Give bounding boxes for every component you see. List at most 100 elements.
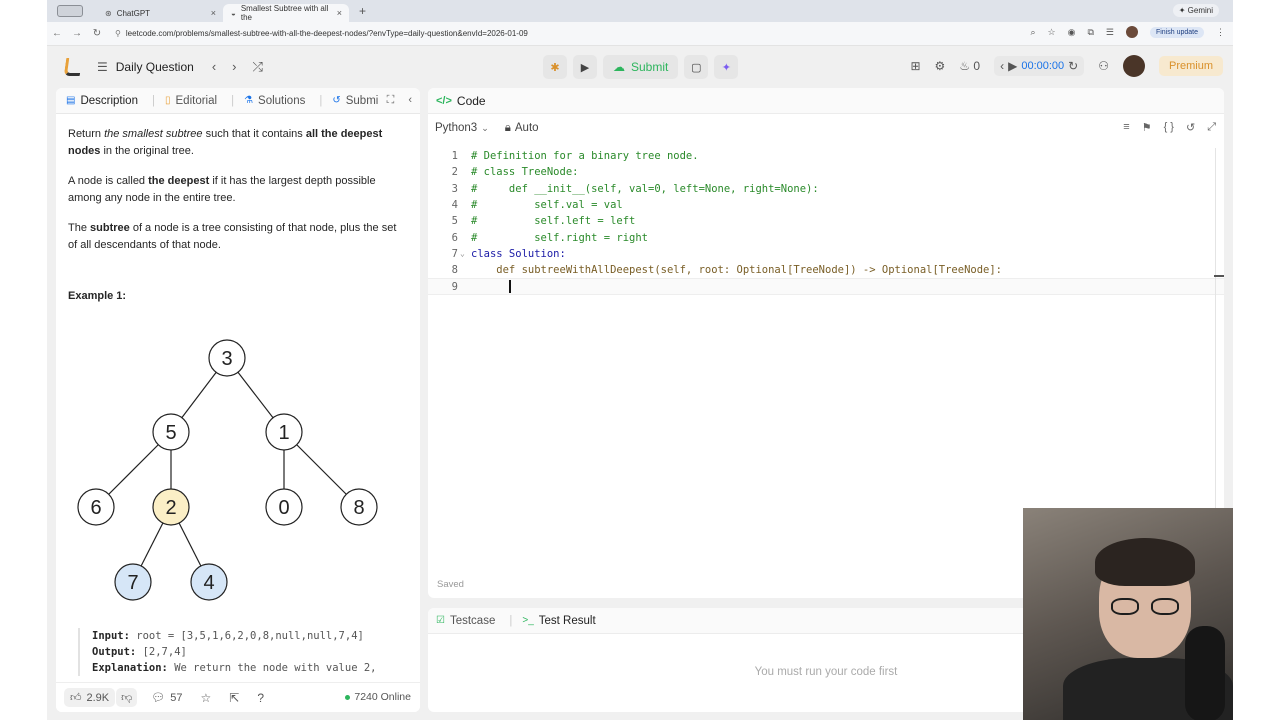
prev-problem-icon[interactable]: ‹ (212, 59, 216, 75)
line-number: 4 (451, 199, 458, 212)
tab-solutions[interactable]: ⚗ Solutions (244, 95, 305, 107)
timer-play-icon[interactable]: ▶ (1008, 59, 1017, 73)
line-number: 9 (451, 280, 458, 293)
webcam-overlay (1023, 508, 1233, 720)
timer[interactable]: ‹ ▶ 00:00:00 ↻ (994, 56, 1085, 76)
close-icon[interactable]: × (211, 8, 216, 18)
maximize-icon[interactable]: ⛶ (387, 94, 395, 107)
language-select[interactable]: Python3 ⌄ (435, 122, 489, 134)
tab-description[interactable]: ▤ Description (66, 95, 138, 107)
help-icon[interactable]: ? (257, 691, 264, 705)
comment-count: 57 (170, 691, 183, 704)
bug-icon: ✱ (550, 61, 560, 74)
code-text: # self.val = val (471, 199, 623, 212)
editor-scrollbar[interactable] (1215, 148, 1216, 508)
reload-icon[interactable]: ↻ (87, 28, 107, 39)
zoom-icon[interactable]: ⌕ (1030, 27, 1035, 38)
notes-button[interactable]: ▢ (684, 55, 709, 79)
layout-icon[interactable]: ⊞ (910, 59, 920, 73)
debug-button[interactable]: ✱ (543, 55, 567, 79)
add-friend-icon[interactable]: ⚇ (1098, 59, 1109, 73)
tree-node-label: 2 (165, 497, 176, 519)
line-number: 2 (451, 166, 458, 179)
fullscreen-icon[interactable]: ⤢ (1207, 121, 1216, 134)
line-number: 8 (451, 264, 458, 277)
tab-submissions[interactable]: ↺ Submi (332, 95, 378, 107)
example-explanation: Explanation: We return the node with val… (92, 660, 408, 676)
code-panel-title: Code (456, 93, 486, 108)
text: A node is called (68, 175, 149, 187)
format-icon[interactable]: ≡ (1123, 121, 1129, 134)
streak[interactable]: ♨ 0 (959, 59, 980, 73)
url-text: leetcode.com/problems/smallest-subtree-w… (125, 29, 528, 38)
tab-title: Smallest Subtree with all the (240, 4, 329, 22)
example-title: Example 1: (68, 290, 127, 302)
like-count: 2.9K (86, 691, 110, 704)
ai-button[interactable]: ✦ (714, 55, 739, 79)
problem-description: Return the smallest subtree such that it… (56, 114, 420, 305)
settings-gear-icon[interactable]: ⚙ (935, 59, 946, 73)
app-header: ☰ Daily Question ‹ › ⤮ ✱ ▶ ☁ Submit ▢ ✦ … (47, 46, 1233, 88)
close-icon[interactable]: × (337, 8, 342, 18)
run-button[interactable]: ▶ (573, 55, 597, 79)
code-line: 4 # self.val = val (428, 197, 1224, 213)
dislike-button[interactable]: 👎︎ (116, 688, 138, 707)
sparkle-icon: ✦ (721, 61, 731, 74)
timer-reset-icon[interactable]: ↻ (1068, 59, 1078, 73)
collapse-timer-icon[interactable]: ‹ (1000, 59, 1004, 73)
tree-node-label: 6 (90, 497, 101, 519)
tab-testcase[interactable]: ☑ Testcase (436, 615, 495, 627)
fold-chevron-icon[interactable]: ⌄ (460, 249, 465, 258)
puzzle-icon[interactable]: ⧉ (1087, 27, 1093, 38)
premium-button[interactable]: Premium (1158, 56, 1223, 76)
more-menu-icon[interactable]: ⋮ (1216, 27, 1225, 38)
daily-question-button[interactable]: ☰ Daily Question (97, 60, 194, 74)
reading-list-icon[interactable]: ☰ (1106, 27, 1114, 38)
auto-mode-toggle[interactable]: 🔒︎ Auto (505, 122, 539, 135)
url-field[interactable]: ⚲ leetcode.com/problems/smallest-subtree… (115, 29, 528, 38)
reset-code-icon[interactable]: ↺ (1186, 121, 1195, 134)
shuffle-icon[interactable]: ⤮ (253, 59, 263, 75)
browser-tab-chatgpt[interactable]: ⊛ ChatGPT × (97, 4, 223, 22)
code-icon: </> (436, 94, 452, 107)
new-tab-icon[interactable]: + (359, 4, 366, 18)
online-dot (345, 694, 351, 700)
submit-button[interactable]: ☁ Submit (603, 55, 679, 79)
like-button[interactable]: 👍︎ 2.9K (64, 688, 116, 707)
bookmark-icon[interactable]: ⚑ (1142, 121, 1152, 134)
profile-avatar[interactable] (1125, 26, 1138, 38)
favorite-star-icon[interactable]: ☆ (201, 691, 212, 705)
back-icon[interactable]: ← (47, 28, 67, 39)
bookmark-star-icon[interactable]: ☆ (1048, 27, 1056, 38)
webcam-person-hair (1095, 538, 1195, 586)
site-info-icon[interactable]: ⚲ (115, 29, 121, 38)
share-icon[interactable]: ⇱ (229, 691, 239, 705)
language-label: Python3 (435, 122, 478, 134)
tab-test-result[interactable]: >_ Test Result (522, 615, 595, 627)
forward-icon[interactable]: → (67, 28, 87, 39)
collapse-panel-icon[interactable]: ‹ (408, 94, 412, 107)
online-label: 7240 Online (354, 691, 411, 703)
comment-icon: 💬︎ (151, 692, 166, 704)
text: The (68, 222, 91, 234)
problem-list-icon: ☰ (97, 60, 108, 74)
comments-button[interactable]: 💬︎ 57 (151, 691, 183, 705)
browser-tab-leetcode[interactable]: ◒ Smallest Subtree with all the × (223, 4, 349, 22)
browser-toolbar-right: ⌕ ☆ ◉ ⧉ ☰ Finish update ⋮ (1030, 26, 1225, 38)
value: We return the node with value 2, (174, 662, 377, 674)
code-editor[interactable]: 1 # Definition for a binary tree node. 2 #… (428, 148, 1224, 295)
extension-icon[interactable]: ◉ (1068, 27, 1076, 38)
tab-editorial[interactable]: ▯ Editorial (165, 95, 217, 107)
finish-update-button[interactable]: Finish update (1149, 26, 1204, 38)
chevron-down-icon: ⌄ (481, 123, 489, 133)
mode-label: Auto (514, 122, 539, 134)
braces-icon[interactable]: { } (1164, 121, 1174, 134)
next-problem-icon[interactable]: › (232, 59, 236, 75)
tab-label: Solutions (258, 94, 306, 107)
leetcode-logo[interactable] (63, 58, 83, 76)
gemini-button[interactable]: ✦ Gemini (1172, 4, 1219, 17)
user-avatar[interactable] (1122, 55, 1145, 77)
code-line-active: 9 (428, 278, 1224, 295)
sidebar-toggle-icon[interactable] (57, 5, 83, 17)
tab-label: Testcase (449, 614, 496, 627)
